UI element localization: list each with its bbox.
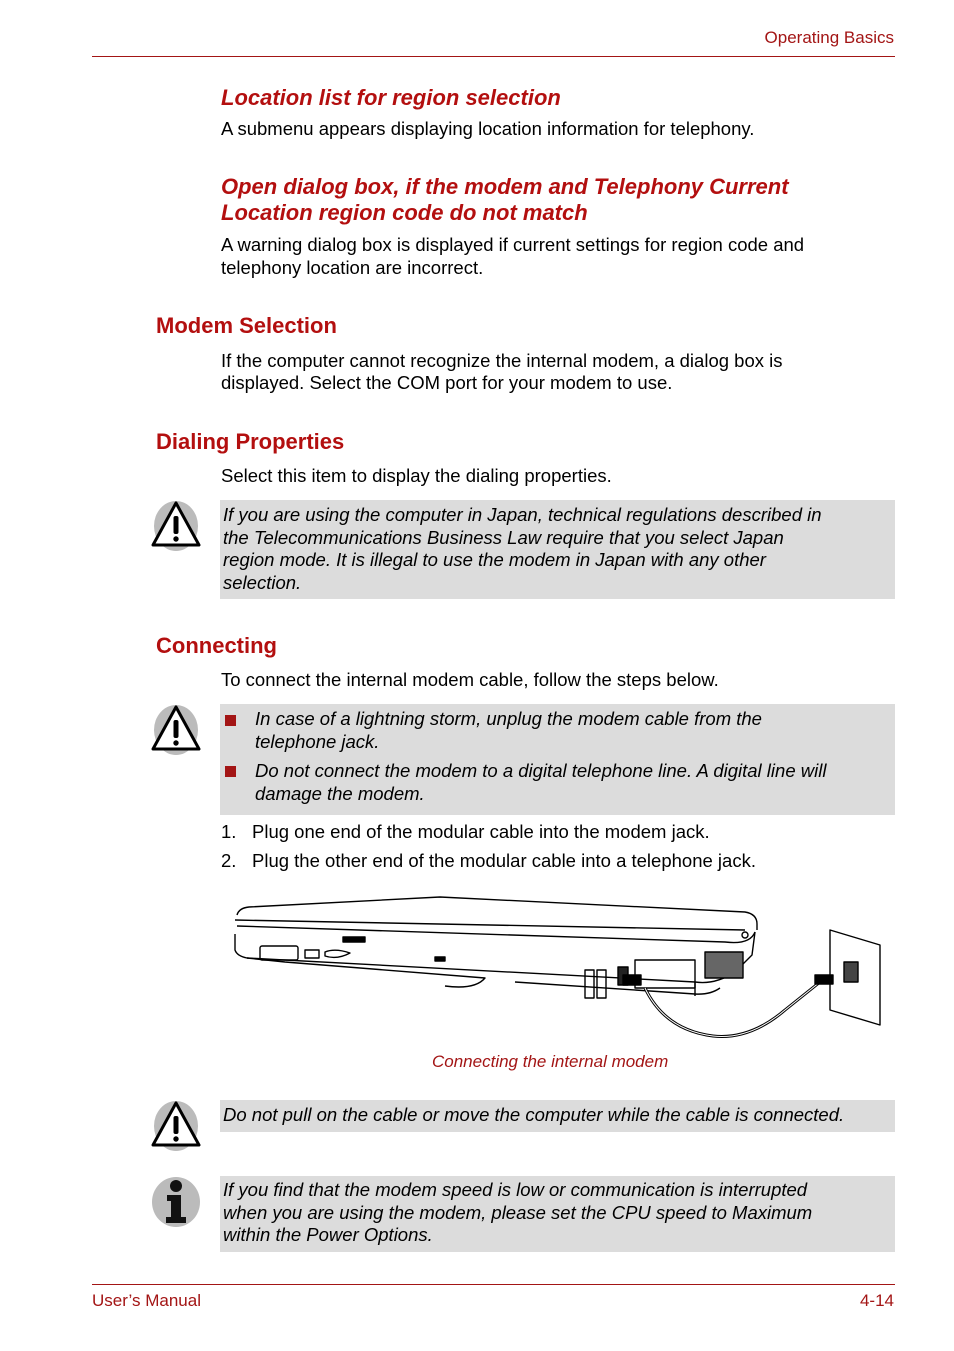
modem-selection-text-line1: If the computer cannot recognize the int… — [221, 350, 783, 371]
info-line: If you find that the modem speed is low … — [223, 1179, 808, 1200]
cpu-speed-info-note: If you find that the modem speed is low … — [220, 1176, 895, 1252]
japan-caution-note: If you are using the computer in Japan, … — [220, 500, 895, 599]
step-text: Plug one end of the modular cable into t… — [252, 821, 710, 842]
cable-caution-note: Do not pull on the cable or move the com… — [220, 1100, 895, 1132]
caution-line: region mode. It is illegal to use the mo… — [223, 549, 766, 570]
connecting-text: To connect the internal modem cable, fol… — [221, 669, 719, 690]
footer-rule — [92, 1284, 895, 1285]
warning-icon — [151, 1101, 201, 1151]
header-section-title: Operating Basics — [764, 28, 894, 47]
footer-manual-label: User’s Manual — [92, 1291, 201, 1310]
figure-caption: Connecting the internal modem — [432, 1052, 669, 1071]
dialing-properties-text: Select this item to display the dialing … — [221, 465, 612, 486]
header-rule — [92, 56, 895, 57]
caution-bullet-line1: In case of a lightning storm, unplug the… — [255, 708, 762, 729]
modem-selection-heading: Modem Selection — [156, 313, 337, 338]
caution-line: If you are using the computer in Japan, … — [223, 504, 822, 525]
step-number: 1. — [221, 821, 237, 842]
warning-icon — [151, 501, 201, 551]
modem-selection-text-line2: displayed. Select the COM port for your … — [221, 372, 673, 393]
caution-text: Do not pull on the cable or move the com… — [223, 1104, 845, 1125]
open-dialog-text-line1: A warning dialog box is displayed if cur… — [221, 234, 805, 255]
info-line: when you are using the modem, please set… — [223, 1201, 813, 1223]
caution-bullet-line2: damage the modem. — [255, 783, 425, 804]
dialing-properties-heading: Dialing Properties — [156, 429, 345, 454]
location-list-title: Location list for region selection — [221, 85, 561, 110]
connecting-caution-note: In case of a lightning storm, unplug the… — [220, 704, 895, 815]
footer-page-number: 4-14 — [859, 1291, 894, 1310]
connecting-heading: Connecting — [156, 633, 277, 658]
bullet-icon — [225, 766, 236, 777]
caution-bullet-line1: Do not connect the modem to a digital te… — [255, 760, 827, 781]
caution-line: the Telecommunications Business Law requ… — [223, 526, 784, 548]
step-number: 2. — [221, 850, 237, 871]
caution-bullet-line2: telephone jack. — [255, 731, 380, 752]
info-icon — [152, 1177, 200, 1227]
caution-line: selection. — [223, 571, 302, 593]
laptop-modem-illustration — [234, 896, 881, 1038]
location-list-text: A submenu appears displaying location in… — [221, 118, 755, 139]
open-dialog-title-line1: Open dialog box, if the modem and Teleph… — [221, 174, 789, 199]
step-text: Plug the other end of the modular cable … — [252, 850, 756, 871]
open-dialog-text-line2: telephony location are incorrect. — [221, 257, 484, 278]
open-dialog-title-line2: Location region code do not match — [221, 200, 588, 225]
info-line: within the Power Options. — [223, 1224, 433, 1245]
bullet-icon — [225, 715, 236, 726]
warning-icon — [151, 705, 201, 755]
